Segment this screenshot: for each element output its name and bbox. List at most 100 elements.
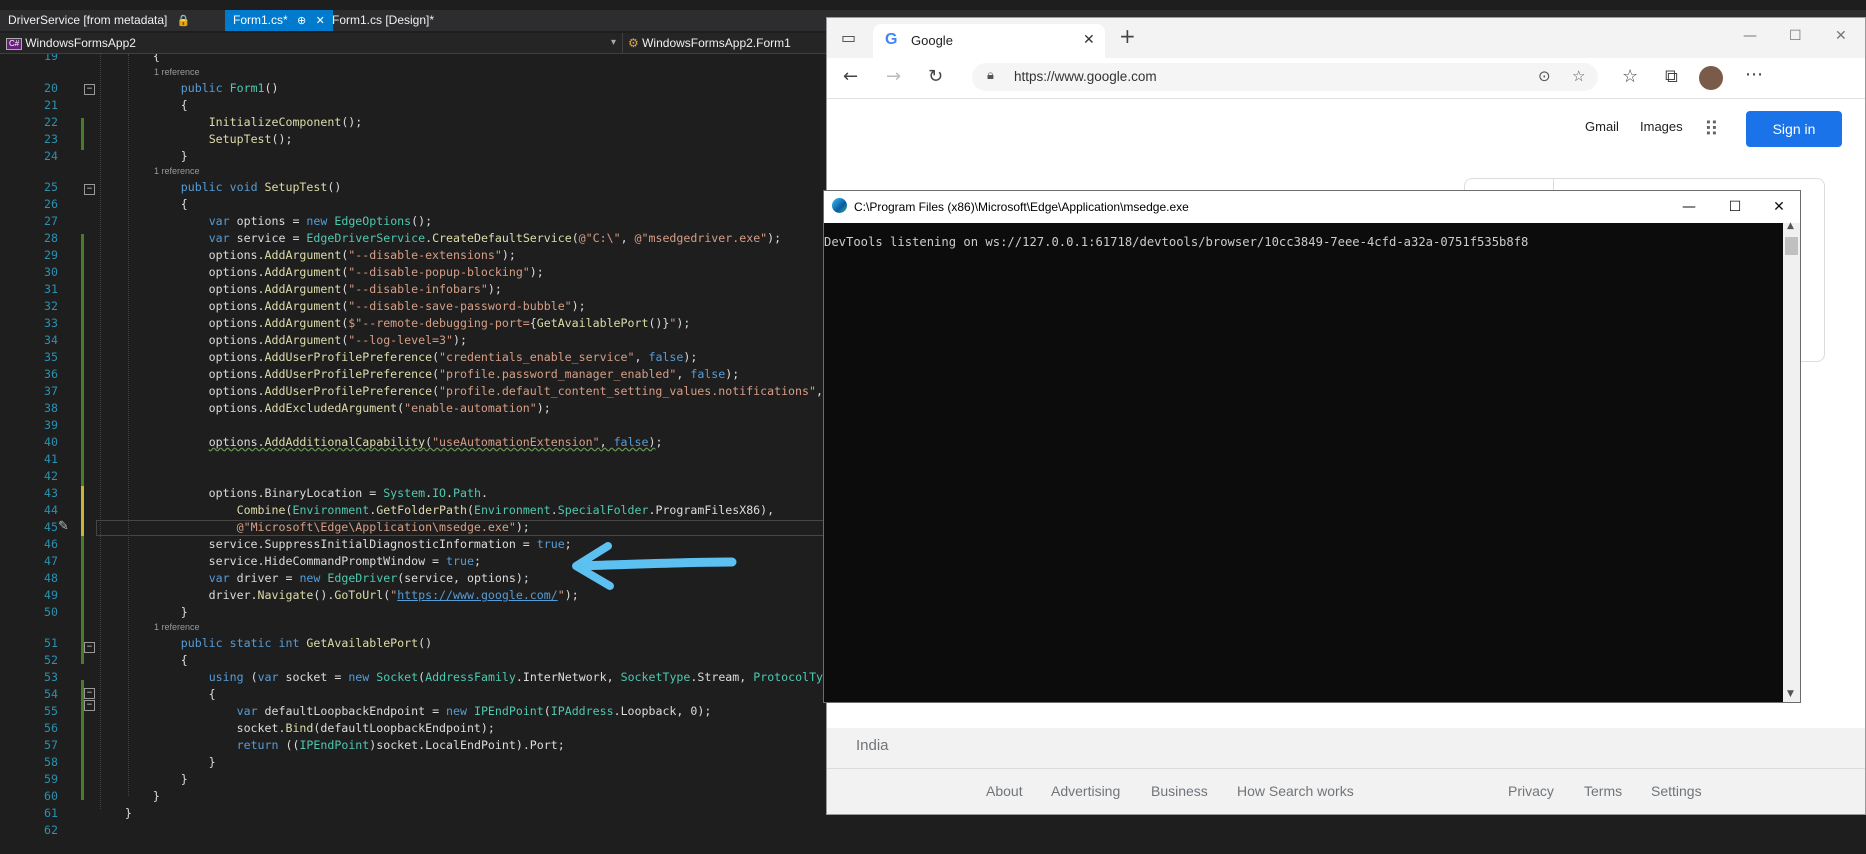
code-line: var service = EdgeDriverService.CreateDe…	[208, 231, 782, 245]
codelens-references[interactable]: 1 reference	[154, 67, 200, 78]
quick-actions-icon[interactable]: ✎	[58, 519, 69, 534]
line-number: 39	[44, 418, 58, 432]
collapse-toggle[interactable]: −	[84, 688, 95, 699]
codelens-references[interactable]: 1 reference	[154, 622, 200, 633]
footer-link-about[interactable]: About	[986, 783, 1023, 799]
line-number: 29	[44, 248, 58, 262]
footer-link-advertising[interactable]: Advertising	[1051, 783, 1120, 799]
class-dropdown[interactable]: ⚙ WindowsFormsApp2.Form1	[628, 33, 791, 53]
tab-driverservice-metadata[interactable]: DriverService [from metadata] 🔒	[0, 10, 198, 31]
console-title-bar[interactable]: C:\Program Files (x86)\Microsoft\Edge\Ap…	[824, 191, 1800, 223]
maximize-icon[interactable]: ☐	[1789, 26, 1802, 46]
line-number: 46	[44, 537, 58, 551]
console-output: DevTools listening on ws://127.0.0.1:617…	[824, 235, 1529, 249]
url-text[interactable]: https://www.google.com	[1014, 69, 1157, 84]
line-number: 37	[44, 384, 58, 398]
code-line: @"Microsoft\Edge\Application\msedge.exe"…	[236, 520, 530, 534]
footer-link-privacy[interactable]: Privacy	[1508, 783, 1554, 799]
line-number: 33	[44, 316, 58, 330]
line-number: 52	[44, 653, 58, 667]
code-line: options.AddArgument("--disable-save-pass…	[97, 299, 586, 313]
collapse-toggle[interactable]: −	[84, 184, 95, 195]
footer-link-terms[interactable]: Terms	[1584, 783, 1622, 799]
footer-link-settings[interactable]: Settings	[1651, 783, 1702, 799]
footer-link-how-search-works[interactable]: How Search works	[1237, 783, 1354, 799]
maximize-icon[interactable]: ☐	[1712, 191, 1758, 223]
profile-avatar[interactable]	[1699, 66, 1723, 90]
code-line: }	[97, 772, 188, 786]
line-number: 51	[44, 636, 58, 650]
line-number: 57	[44, 738, 58, 752]
google-favicon-icon: G	[885, 31, 898, 48]
project-dropdown[interactable]: C# WindowsFormsApp2	[6, 33, 620, 53]
tab-actions-icon[interactable]: ▭	[841, 28, 856, 48]
close-tab-icon[interactable]: ✕	[1083, 32, 1095, 48]
footer-link-business[interactable]: Business	[1151, 783, 1208, 799]
code-line: options.AddExcludedArgument("enable-auto…	[97, 401, 551, 415]
browser-tab-google[interactable]: G Google ✕	[873, 24, 1105, 58]
line-number: 32	[44, 299, 58, 313]
code-line: SetupTest();	[208, 132, 293, 146]
lock-icon[interactable]: 🔒︎	[987, 68, 994, 83]
code-line: options.AddArgument("--disable-infobars"…	[97, 282, 502, 296]
code-line: options.AddUserProfilePreference("profil…	[97, 384, 823, 398]
address-bar[interactable]: 🔒︎ https://www.google.com ⊙ ☆	[972, 63, 1598, 91]
line-number: 56	[44, 721, 58, 735]
collections-icon[interactable]: ⧉	[1665, 67, 1678, 87]
code-line: {	[97, 197, 188, 211]
line-number: 20	[44, 81, 58, 95]
forward-icon[interactable]: →	[886, 67, 901, 87]
minimize-icon[interactable]: —	[1666, 191, 1712, 223]
codelens-references[interactable]: 1 reference	[154, 166, 200, 177]
code-line: var driver = new EdgeDriver(service, opt…	[208, 571, 530, 585]
line-number: 59	[44, 772, 58, 786]
line-number: 53	[44, 670, 58, 684]
back-icon[interactable]: ←	[843, 67, 858, 87]
gmail-link[interactable]: Gmail	[1585, 119, 1619, 134]
new-tab-icon[interactable]: +	[1119, 26, 1136, 46]
code-line: }	[97, 755, 216, 769]
refresh-icon[interactable]: ↻	[928, 67, 943, 87]
tab-form1-design[interactable]: Form1.cs [Design]*	[324, 10, 442, 31]
code-editor[interactable]: 19 20 21 22 23 24 25 26 27 28 29 30 31 32 33 34 35 36 37 38…	[0, 54, 826, 854]
scroll-up-icon[interactable]: ▲	[1787, 221, 1794, 231]
collapse-toggle[interactable]: −	[84, 84, 95, 95]
line-number: 35	[44, 350, 58, 364]
line-number: 49	[44, 588, 58, 602]
chevron-down-icon[interactable]: ▾	[611, 33, 616, 53]
google-footer: India About Advertising Business How Sea…	[827, 728, 1865, 814]
images-link[interactable]: Images	[1640, 119, 1683, 134]
close-icon[interactable]: ✕	[1756, 191, 1802, 223]
console-window: C:\Program Files (x86)\Microsoft\Edge\Ap…	[823, 190, 1801, 703]
collapse-toggle[interactable]: −	[84, 700, 95, 711]
line-number: 24	[44, 149, 58, 163]
unsaved-change-marker	[81, 486, 84, 536]
more-options-icon[interactable]: ⋯	[1745, 65, 1763, 85]
code-line: }	[97, 149, 188, 163]
add-favorite-icon[interactable]: ☆	[1572, 67, 1585, 85]
console-scrollbar[interactable]: ▲ ▼	[1783, 221, 1800, 702]
collapse-toggle[interactable]: −	[84, 642, 95, 653]
minimize-icon[interactable]: —	[1743, 26, 1757, 46]
favorites-icon[interactable]: ☆	[1622, 67, 1638, 87]
line-number: 44	[44, 503, 58, 517]
tab-form1-cs[interactable]: Form1.cs* ⊕ ✕	[225, 10, 333, 31]
apps-grid-icon[interactable]: ⠿	[1704, 117, 1719, 141]
code-line: options.BinaryLocation = System.IO.Path.	[97, 486, 488, 500]
close-window-icon[interactable]: ✕	[1835, 26, 1847, 46]
scrollbar-thumb[interactable]	[1785, 237, 1798, 255]
pin-icon[interactable]: ⊕	[297, 15, 306, 27]
console-output-area[interactable]: DevTools listening on ws://127.0.0.1:617…	[824, 223, 1783, 702]
code-line: }	[97, 605, 188, 619]
code-line: driver.Navigate().GoToUrl("https://www.g…	[97, 588, 579, 602]
location-icon[interactable]: ⊙	[1538, 67, 1551, 85]
line-number: 23	[44, 132, 58, 146]
footer-divider	[827, 768, 1865, 769]
sign-in-button[interactable]: Sign in	[1746, 111, 1842, 147]
scroll-down-icon[interactable]: ▼	[1787, 689, 1794, 699]
country-label: India	[856, 737, 889, 754]
code-line: {	[97, 687, 216, 701]
line-number: 54	[44, 687, 58, 701]
code-line: public void SetupTest()	[180, 180, 342, 194]
line-number: 45	[44, 520, 58, 534]
